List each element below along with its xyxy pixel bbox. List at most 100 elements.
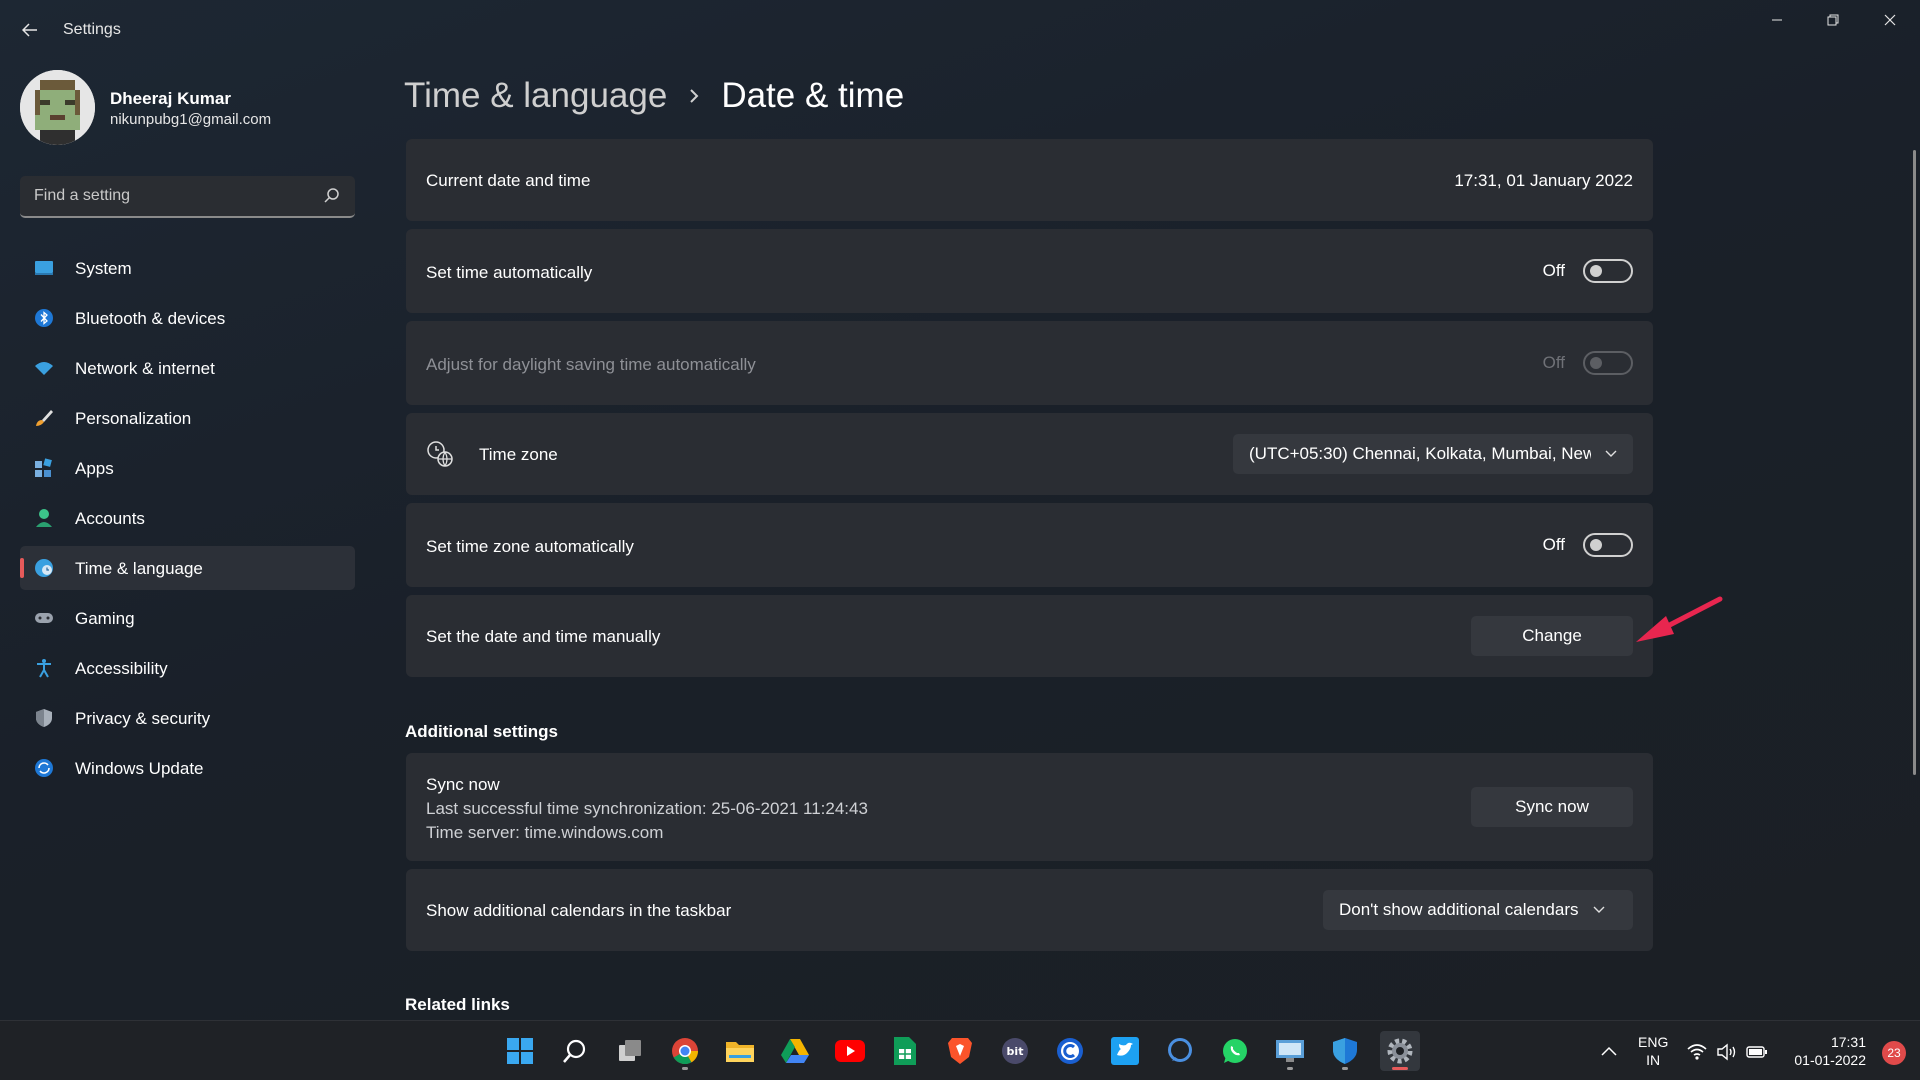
change-button[interactable]: Change: [1471, 616, 1633, 656]
sync-now-card: Sync now Last successful time synchroniz…: [406, 753, 1653, 861]
chevron-up-icon[interactable]: [1598, 1041, 1620, 1063]
sync-now-button[interactable]: Sync now: [1471, 787, 1633, 827]
running-indicator: [1342, 1067, 1348, 1070]
whatsapp-icon: [1223, 1039, 1247, 1063]
battery-icon[interactable]: [1746, 1041, 1768, 1063]
chat-bubble-icon: [1168, 1038, 1192, 1062]
sidebar-item-gaming[interactable]: Gaming: [20, 596, 355, 640]
search-input[interactable]: [20, 176, 310, 216]
input-language[interactable]: ENG IN: [1638, 1033, 1668, 1069]
sidebar-item-apps[interactable]: Apps: [20, 446, 355, 490]
twitter-icon: [1111, 1037, 1139, 1065]
svg-text:bit: bit: [1007, 1045, 1024, 1058]
additional-calendars-value: Don't show additional calendars: [1339, 900, 1579, 919]
back-button[interactable]: [18, 16, 42, 44]
restore-icon: [1827, 14, 1839, 26]
time-zone-card: Time zone (UTC+05:30) Chennai, Kolkata, …: [406, 413, 1653, 495]
sheets-icon: [894, 1037, 916, 1065]
settings-gear-icon: [1387, 1038, 1413, 1064]
brave-icon: [948, 1038, 972, 1064]
time-zone-icon: [427, 441, 453, 467]
vertical-scrollbar[interactable]: [1913, 150, 1916, 775]
taskbar-brave[interactable]: [940, 1031, 980, 1071]
taskbar: bit ENG IN 17:31 01-01-2022 23: [0, 1020, 1920, 1080]
sidebar-item-system[interactable]: System: [20, 246, 355, 290]
file-explorer-icon: [726, 1042, 754, 1062]
taskbar-bit[interactable]: bit: [995, 1031, 1035, 1071]
taskbar-twitter[interactable]: [1105, 1031, 1145, 1071]
annotation-arrow-icon: [1636, 596, 1723, 642]
taskbar-task-view[interactable]: [610, 1031, 650, 1071]
time-zone-label: Time zone: [479, 445, 558, 464]
sidebar-item-windows-update[interactable]: Windows Update: [20, 746, 355, 790]
set-time-auto-toggle[interactable]: Off: [1543, 259, 1633, 283]
sidebar-item-privacy[interactable]: Privacy & security: [20, 696, 355, 740]
brush-icon: [36, 410, 53, 426]
sidebar-item-label: Accounts: [75, 509, 145, 528]
person-icon: [36, 509, 52, 527]
taskbar-defender[interactable]: [1325, 1031, 1365, 1071]
additional-calendars-label: Show additional calendars in the taskbar: [426, 901, 732, 920]
globe-clock-icon: [35, 559, 53, 577]
search-icon[interactable]: [323, 187, 341, 205]
restore-button[interactable]: [1813, 8, 1853, 32]
taskbar-search[interactable]: [555, 1031, 595, 1071]
toggle-state-label: Off: [1542, 261, 1565, 280]
taskbar-settings[interactable]: [1380, 1031, 1420, 1071]
shield-icon: [36, 709, 52, 727]
sync-time-server: Time server: time.windows.com: [426, 823, 664, 842]
taskbar-whatsapp[interactable]: [1215, 1031, 1255, 1071]
defender-icon: [1333, 1038, 1357, 1064]
chevron-right-icon: [690, 89, 699, 103]
breadcrumb-parent[interactable]: Time & language: [404, 76, 667, 116]
search-box: [20, 176, 355, 218]
lang-bottom: IN: [1646, 1052, 1661, 1068]
remote-desktop-icon: [1276, 1040, 1304, 1062]
time-zone-dropdown[interactable]: (UTC+05:30) Chennai, Kolkata, Mumbai, Ne…: [1233, 434, 1633, 474]
taskbar-remote-desktop[interactable]: [1270, 1031, 1310, 1071]
sidebar-item-accounts[interactable]: Accounts: [20, 496, 355, 540]
set-tz-auto-toggle[interactable]: Off: [1543, 533, 1633, 557]
additional-calendars-dropdown[interactable]: Don't show additional calendars: [1323, 890, 1633, 930]
taskbar-file-explorer[interactable]: [720, 1031, 760, 1071]
wifi-icon[interactable]: [1686, 1041, 1708, 1063]
minimize-button[interactable]: [1757, 8, 1797, 32]
notification-badge[interactable]: 23: [1882, 1041, 1906, 1065]
close-button[interactable]: [1870, 8, 1910, 32]
sidebar-item-accessibility[interactable]: Accessibility: [20, 646, 355, 690]
taskbar-google-drive[interactable]: [775, 1031, 815, 1071]
running-indicator: [1392, 1067, 1408, 1070]
toggle-switch: [1583, 533, 1633, 557]
chevron-down-icon: [1593, 906, 1605, 913]
taskbar-youtube[interactable]: [830, 1031, 870, 1071]
system-icon: [35, 261, 53, 275]
task-view-icon: [619, 1040, 641, 1061]
sidebar-item-label: Network & internet: [75, 359, 215, 378]
sidebar-item-personalization[interactable]: Personalization: [20, 396, 355, 440]
manual-time-card: Set the date and time manually Change: [406, 595, 1653, 677]
user-profile[interactable]: Dheeraj Kumar nikunpubg1@gmail.com: [20, 70, 360, 146]
taskbar-browser-c[interactable]: [1050, 1031, 1090, 1071]
clock-time: 17:31: [1830, 1034, 1866, 1050]
additional-calendars-card: Show additional calendars in the taskbar…: [406, 869, 1653, 951]
taskbar-start[interactable]: [500, 1031, 540, 1071]
clock[interactable]: 17:31 01-01-2022: [1794, 1033, 1866, 1069]
apps-icon: [35, 458, 52, 477]
taskbar-sheets[interactable]: [885, 1031, 925, 1071]
bluetooth-icon: [35, 309, 53, 327]
breadcrumb: Time & language Date & time: [404, 72, 904, 120]
set-tz-auto-card: Set time zone automatically Off: [406, 503, 1653, 587]
page-title: Date & time: [721, 76, 905, 115]
app-title: Settings: [63, 21, 121, 38]
close-icon: [1884, 14, 1896, 26]
taskbar-chrome[interactable]: [665, 1031, 705, 1071]
volume-icon[interactable]: [1716, 1041, 1738, 1063]
sidebar-item-network[interactable]: Network & internet: [20, 346, 355, 390]
wifi-icon: [35, 362, 53, 375]
sidebar-item-time-language[interactable]: Time & language: [20, 546, 355, 590]
taskbar-chat[interactable]: [1160, 1031, 1200, 1071]
pixel-avatar-icon: [20, 70, 95, 145]
sidebar-item-label: Accessibility: [75, 659, 168, 678]
sidebar-item-bluetooth[interactable]: Bluetooth & devices: [20, 296, 355, 340]
toggle-state-label: Off: [1542, 353, 1565, 372]
